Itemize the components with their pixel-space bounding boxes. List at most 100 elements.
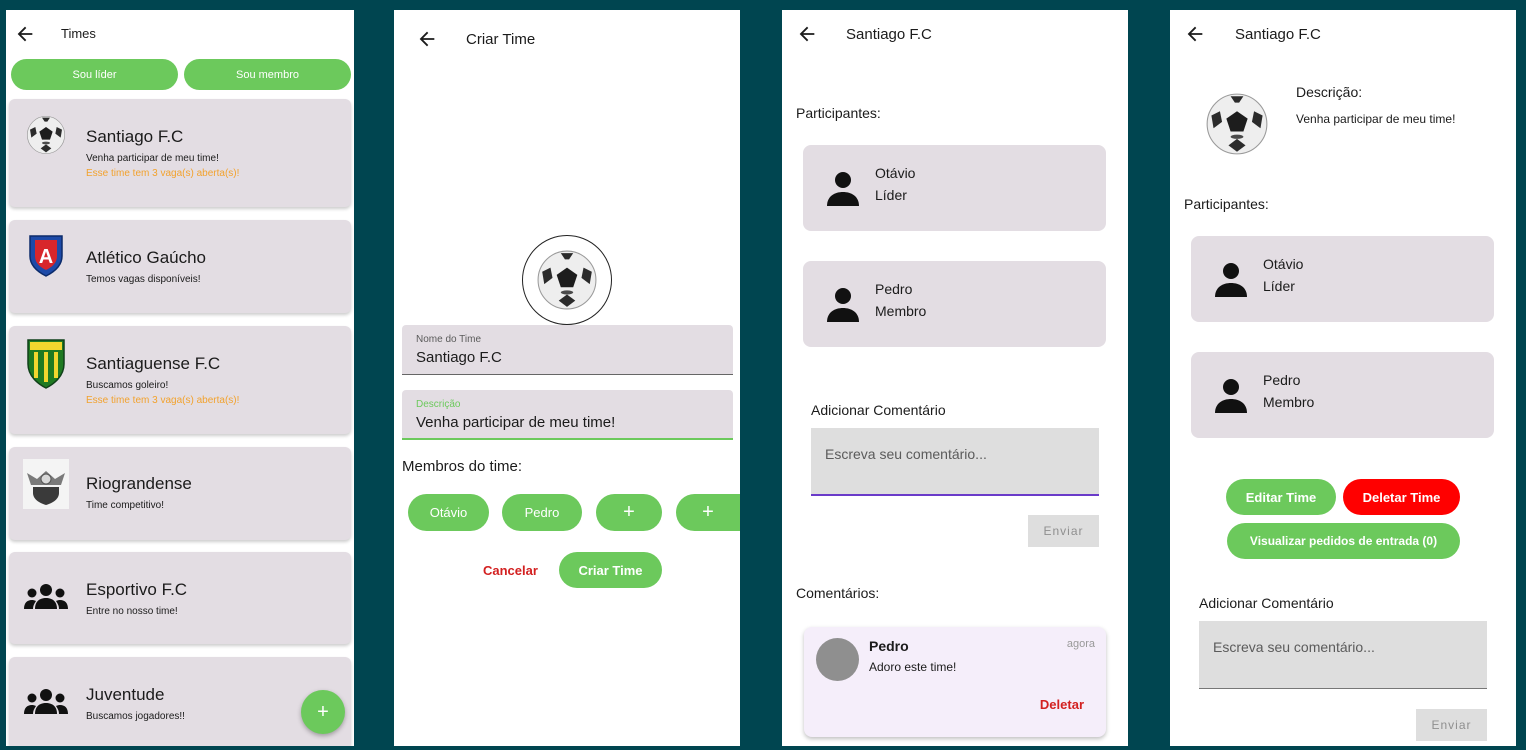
page-title: Times <box>61 26 96 41</box>
comment-time: agora <box>1066 638 1095 650</box>
comment-text: Adoro este time! <box>869 660 957 674</box>
team-name: Juventude <box>86 685 165 704</box>
participant-card: Pedro Membro <box>1191 352 1494 438</box>
back-arrow-icon[interactable] <box>1184 23 1206 45</box>
team-card-santiago[interactable]: Santiago F.C Venha participar de meu tim… <box>9 99 351 207</box>
svg-text:A: A <box>39 246 53 268</box>
participant-name: Otávio <box>875 165 916 181</box>
team-description: Buscamos goleiro! <box>86 380 169 391</box>
eagle-crest-icon <box>23 459 69 509</box>
participant-card: Pedro Membro <box>803 261 1106 347</box>
add-comment-heading: Adicionar Comentário <box>1199 595 1334 611</box>
team-name: Santiago F.C <box>86 127 184 146</box>
send-comment-button[interactable]: Enviar <box>1416 709 1487 741</box>
group-icon <box>23 679 69 725</box>
tab-sou-lider[interactable]: Sou líder <box>11 59 178 90</box>
create-team-screen: Criar Time Nome do Time Santiago F.C Des… <box>394 10 740 746</box>
team-name: Riograndense <box>86 474 192 493</box>
team-photo-picker[interactable] <box>522 235 612 325</box>
team-card-santiaguense[interactable]: Santiaguense F.C Buscamos goleiro! Esse … <box>9 326 351 434</box>
participant-name: Otávio <box>1263 256 1304 272</box>
description-label: Descrição <box>416 399 461 410</box>
person-icon <box>823 284 863 324</box>
team-name-field[interactable]: Nome do Time Santiago F.C <box>402 325 733 375</box>
edit-team-button[interactable]: Editar Time <box>1226 479 1336 515</box>
comment-placeholder: Escreva seu comentário... <box>1213 639 1375 655</box>
delete-team-button[interactable]: Deletar Time <box>1343 479 1460 515</box>
comment-input[interactable]: Escreva seu comentário... <box>811 428 1099 496</box>
page-title: Santiago F.C <box>1235 26 1321 43</box>
shield-a-icon: A <box>23 232 69 278</box>
participant-info: Otávio Líder <box>875 162 915 206</box>
team-description: Temos vagas disponíveis! <box>86 274 201 285</box>
page-title: Santiago F.C <box>846 26 932 43</box>
team-name: Esportivo F.C <box>86 580 188 599</box>
top-app-bar: Santiago F.C <box>1170 10 1516 56</box>
comment-card: Pedro agora Adoro este time! Deletar <box>804 627 1106 737</box>
participant-role: Líder <box>1263 278 1295 294</box>
top-app-bar: Criar Time <box>394 10 740 56</box>
team-name-value: Santiago F.C <box>416 349 502 366</box>
team-card-riograndense[interactable]: Riograndense Time competitivo! <box>9 447 351 540</box>
participant-info: Pedro Membro <box>875 278 926 322</box>
team-description: Venha participar de meu time! <box>86 153 219 164</box>
page-title: Criar Time <box>466 31 536 48</box>
team-card-juventude[interactable]: Juventude Buscamos jogadores!! <box>9 657 351 746</box>
person-icon <box>1211 375 1251 415</box>
person-icon <box>1211 259 1251 299</box>
description-value: Venha participar de meu time! <box>1296 112 1456 126</box>
team-description: Time competitivo! <box>86 500 164 511</box>
teams-list-screen: Times Sou líder Sou membro Santiago F.C … <box>6 10 354 746</box>
tab-sou-membro[interactable]: Sou membro <box>184 59 351 90</box>
add-member-button[interactable]: + <box>596 494 662 531</box>
team-detail-screen: Santiago F.C Participantes: Otávio Líder… <box>782 10 1128 746</box>
back-arrow-icon[interactable] <box>796 23 818 45</box>
top-app-bar: Santiago F.C <box>782 10 1128 56</box>
person-icon <box>823 168 863 208</box>
view-requests-button[interactable]: Visualizar pedidos de entrada (0) <box>1227 523 1460 559</box>
participant-card: Otávio Líder <box>1191 236 1494 322</box>
team-description: Buscamos jogadores!! <box>86 711 185 722</box>
comments-heading: Comentários: <box>796 585 880 601</box>
avatar <box>816 638 859 681</box>
team-name: Atlético Gaúcho <box>86 248 207 267</box>
team-description: Entre no nosso time! <box>86 606 178 617</box>
participant-info: Otávio Líder <box>1263 253 1303 297</box>
participant-role: Membro <box>875 303 927 319</box>
team-name: Santiaguense F.C <box>86 354 221 373</box>
team-vacancies: Esse time tem 3 vaga(s) aberta(s)! <box>86 168 240 179</box>
participant-role: Membro <box>1263 394 1315 410</box>
add-member-button[interactable]: + <box>676 494 740 531</box>
comment-placeholder: Escreva seu comentário... <box>825 446 987 462</box>
add-comment-heading: Adicionar Comentário <box>811 402 946 418</box>
comment-input[interactable]: Escreva seu comentário... <box>1199 621 1487 689</box>
members-label: Membros do time: <box>402 458 523 475</box>
delete-comment-button[interactable]: Deletar <box>1040 697 1084 712</box>
soccer-ball-icon <box>536 249 598 311</box>
member-chip-pedro[interactable]: Pedro <box>502 494 582 531</box>
participant-name: Pedro <box>1263 372 1301 388</box>
team-detail-leader-screen: Santiago F.C Descrição: Venha participar… <box>1170 10 1516 746</box>
back-arrow-icon[interactable] <box>14 23 36 45</box>
team-card-esportivo[interactable]: Esportivo F.C Entre no nosso time! <box>9 552 351 644</box>
participant-name: Pedro <box>875 281 913 297</box>
participant-card: Otávio Líder <box>803 145 1106 231</box>
description-heading: Descrição: <box>1296 84 1363 100</box>
create-team-button[interactable]: Criar Time <box>559 552 662 588</box>
description-field[interactable]: Descrição Venha participar de meu time! <box>402 390 733 440</box>
cancel-button[interactable]: Cancelar <box>483 563 538 578</box>
participants-heading: Participantes: <box>796 105 881 121</box>
team-card-atletico-gaucho[interactable]: A Atlético Gaúcho Temos vagas disponívei… <box>9 220 351 313</box>
soccer-ball-icon <box>23 112 69 158</box>
participants-heading: Participantes: <box>1184 196 1269 212</box>
comment-author: Pedro <box>869 638 909 654</box>
team-name-label: Nome do Time <box>416 334 482 345</box>
shield-stripes-icon <box>23 336 69 390</box>
soccer-ball-icon <box>1205 92 1269 156</box>
participant-info: Pedro Membro <box>1263 369 1314 413</box>
participant-role: Líder <box>875 187 907 203</box>
member-chip-otavio[interactable]: Otávio <box>408 494 489 531</box>
add-team-fab[interactable]: + <box>301 690 345 734</box>
back-arrow-icon[interactable] <box>416 28 438 50</box>
send-comment-button[interactable]: Enviar <box>1028 515 1099 547</box>
